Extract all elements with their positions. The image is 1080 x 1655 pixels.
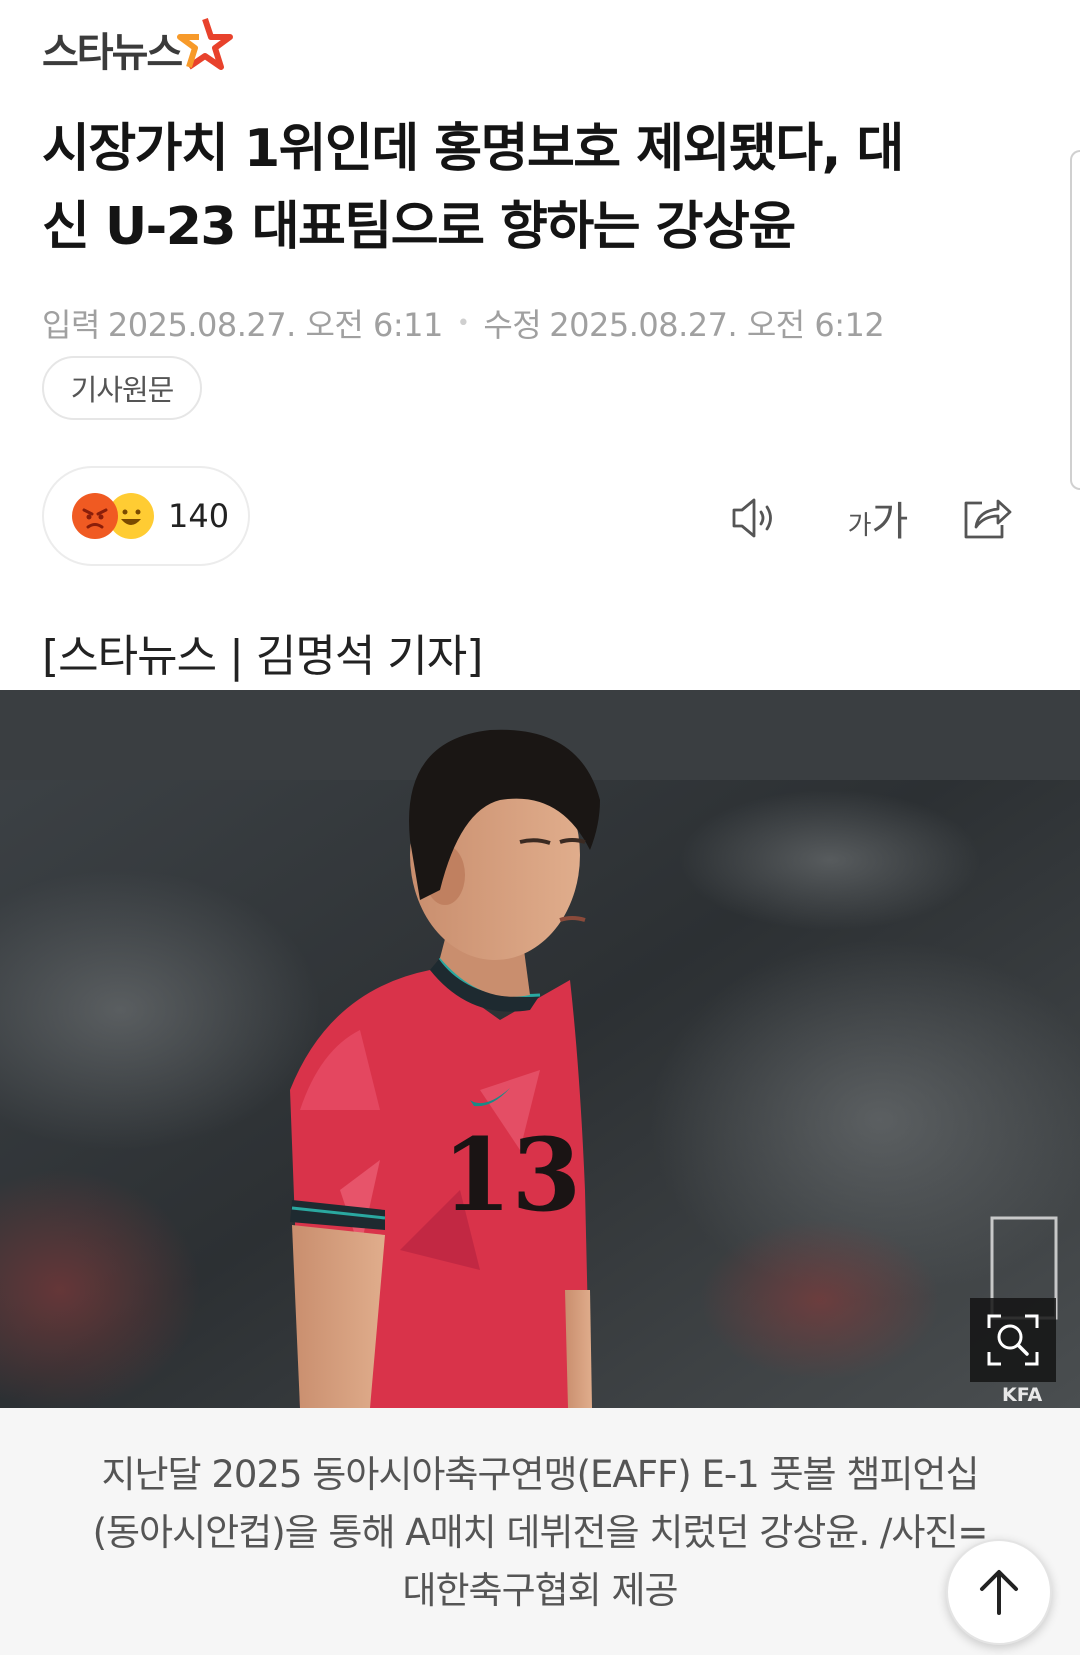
input-date: 2025.08.27. 오전 6:11	[107, 306, 443, 344]
edit-label: 수정	[483, 306, 542, 344]
photo-credit-badge: KFA	[1002, 1384, 1043, 1406]
jersey-number: 13	[442, 1116, 581, 1234]
reaction-button[interactable]: 140	[42, 466, 250, 566]
scroll-to-top-button[interactable]	[946, 1539, 1052, 1645]
site-header: 스타뉴스	[42, 14, 234, 84]
headline-line-2: 신 U-23 대표팀으로 향하는 강상윤	[42, 197, 796, 257]
player-illustration: 13	[0, 690, 1080, 1408]
speaker-icon[interactable]	[724, 488, 788, 548]
caption-line-1: 지난달 2025 동아시아축구연맹(EAFF) E-1 풋볼 챔피언십	[101, 1453, 979, 1496]
angry-emoji-icon	[72, 493, 118, 539]
font-size-small-label: 가	[847, 510, 872, 541]
article-byline: [스타뉴스 | 김명석 기자]	[42, 631, 483, 682]
original-article-button[interactable]: 기사원문	[42, 356, 202, 420]
meta-separator: •	[456, 310, 470, 336]
edit-date: 2025.08.27. 오전 6:12	[549, 306, 885, 344]
font-size-large-label: 가	[871, 499, 909, 545]
site-logo-text[interactable]: 스타뉴스	[42, 20, 183, 78]
input-label: 입력	[42, 306, 100, 344]
article-headline: 시장가치 1위인데 홍명보호 제외됐다, 대 신 U-23 대표팀으로 향하는 …	[42, 110, 1032, 266]
zoom-icon	[987, 1314, 1039, 1366]
arrow-up-icon	[980, 1570, 1018, 1615]
font-size-icon[interactable]: 가가	[838, 488, 918, 548]
article-meta: 입력 2025.08.27. 오전 6:11 • 수정 2025.08.27. …	[42, 300, 885, 346]
caption-line-2: (동아시안컵)을 통해 A매치 데뷔전을 치렀던 강상윤. /사진=	[92, 1511, 989, 1554]
article-photo[interactable]: 13	[0, 690, 1080, 1408]
star-logo-icon	[177, 18, 234, 70]
headline-line-1: 시장가치 1위인데 홍명보호 제외됐다, 대	[42, 119, 904, 179]
photo-caption: 지난달 2025 동아시아축구연맹(EAFF) E-1 풋볼 챔피언십 (동아시…	[60, 1446, 1020, 1620]
caption-line-3: 대한축구협회 제공	[402, 1569, 678, 1612]
scroll-handle[interactable]	[1070, 150, 1080, 490]
share-icon[interactable]	[954, 488, 1018, 548]
zoom-photo-button[interactable]	[970, 1298, 1056, 1382]
reaction-count: 140	[168, 497, 230, 535]
